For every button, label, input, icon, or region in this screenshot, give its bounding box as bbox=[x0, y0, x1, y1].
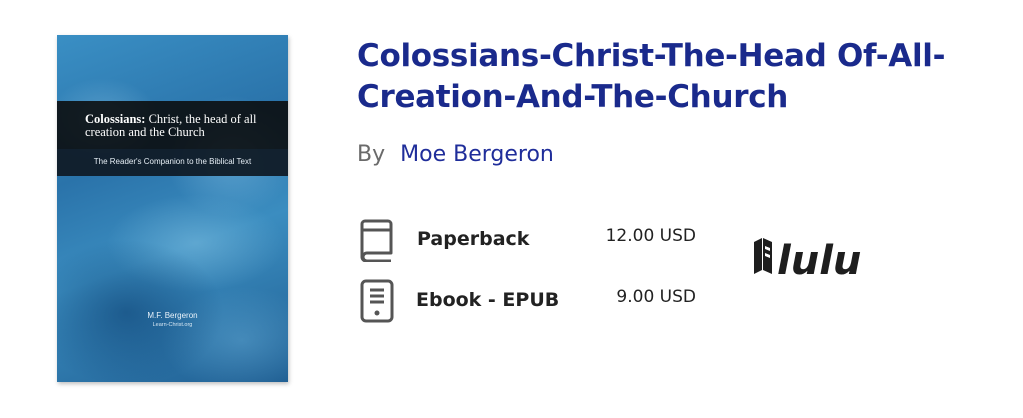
lulu-book-icon bbox=[754, 238, 772, 274]
author-link[interactable]: Moe Bergeron bbox=[400, 142, 554, 167]
lulu-wordmark: lulu bbox=[777, 238, 861, 282]
cover-author: M.F. Bergeron bbox=[147, 311, 198, 320]
cover-subtitle: The Reader's Companion to the Biblical T… bbox=[57, 149, 288, 176]
format-name-ebook[interactable]: Ebook - EPUB bbox=[416, 289, 559, 311]
byline: By Moe Bergeron bbox=[357, 142, 554, 167]
by-label: By bbox=[357, 142, 386, 167]
book-title: Colossians-Christ-The-Head Of-All-Creati… bbox=[357, 38, 946, 115]
format-name-paperback[interactable]: Paperback bbox=[417, 228, 529, 250]
format-price-paperback: 12.00 USD bbox=[605, 226, 696, 246]
cover-title-box: Colossians: Christ, the head of all crea… bbox=[57, 101, 288, 176]
format-price-ebook: 9.00 USD bbox=[616, 287, 696, 307]
cover-site: Learn-Christ.org bbox=[152, 322, 193, 328]
book-cover[interactable]: Colossians: Christ, the head of all crea… bbox=[57, 35, 288, 382]
tablet-icon bbox=[360, 279, 394, 323]
cover-title: Colossians: Christ, the head of all crea… bbox=[85, 112, 257, 139]
lulu-logo[interactable]: lulu bbox=[750, 232, 890, 282]
book-icon bbox=[360, 219, 393, 262]
